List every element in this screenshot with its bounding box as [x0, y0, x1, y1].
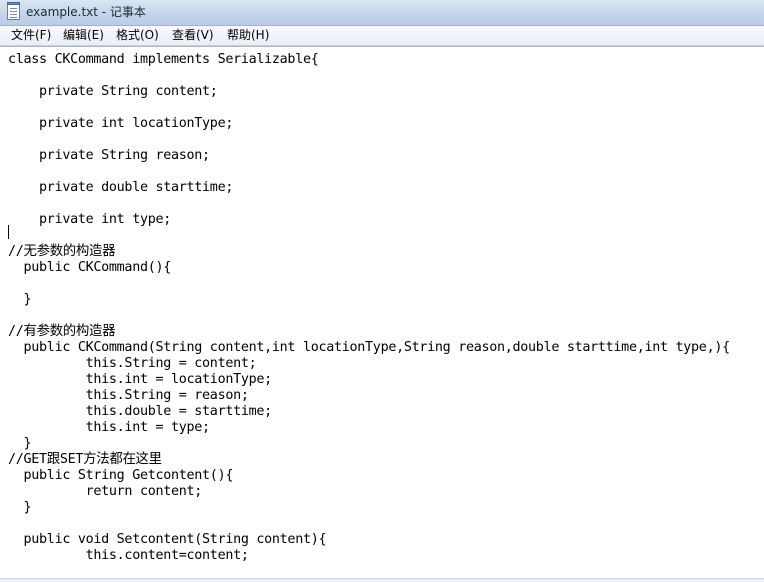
code-line: private String content;: [8, 84, 218, 99]
text-editor[interactable]: class CKCommand implements Serializable{…: [0, 46, 764, 582]
code-line: class CKCommand implements Serializable{: [8, 52, 319, 67]
horizontal-scrollbar[interactable]: [0, 578, 764, 582]
window-title: example.txt - 记事本: [26, 5, 146, 19]
code-line: public CKCommand(){: [8, 260, 172, 275]
code-line: private String reason;: [8, 148, 210, 163]
text-caret: [8, 225, 9, 239]
code-line: public void Setcontent(String content){: [8, 532, 327, 547]
menu-edit[interactable]: 编辑(E): [61, 27, 106, 44]
code-line: this.int = locationType;: [8, 372, 273, 387]
code-line: this.double = starttime;: [8, 404, 273, 419]
code-line: return content;: [8, 484, 203, 499]
menu-help[interactable]: 帮助(H): [225, 27, 271, 44]
code-line: this.content=content;: [8, 548, 249, 563]
code-line: private double starttime;: [8, 180, 234, 195]
code-line: this.String = content;: [8, 356, 257, 371]
code-line: }: [8, 500, 32, 515]
code-line: this.String = reason;: [8, 388, 249, 403]
notepad-icon: [7, 2, 20, 20]
menu-bar: 文件(F) 编辑(E) 格式(O) 查看(V) 帮助(H): [0, 26, 764, 46]
code-line: }: [8, 292, 32, 307]
code-line: this.int = type;: [8, 420, 211, 435]
code-line: //有参数的构造器: [8, 324, 116, 339]
code-line: private int locationType;: [8, 116, 234, 131]
menu-view[interactable]: 查看(V): [170, 27, 216, 44]
code-line: //无参数的构造器: [8, 244, 116, 259]
code-line: public CKCommand(String content,int loca…: [8, 340, 731, 355]
code-line: }: [8, 436, 32, 451]
title-bar: example.txt - 记事本: [0, 0, 764, 26]
code-line: private int type;: [8, 212, 171, 227]
code-line: //GET跟SET方法都在这里: [8, 452, 162, 467]
code-line: public String Getcontent(){: [8, 468, 234, 483]
menu-format[interactable]: 格式(O): [114, 27, 161, 44]
menu-file[interactable]: 文件(F): [9, 27, 53, 44]
